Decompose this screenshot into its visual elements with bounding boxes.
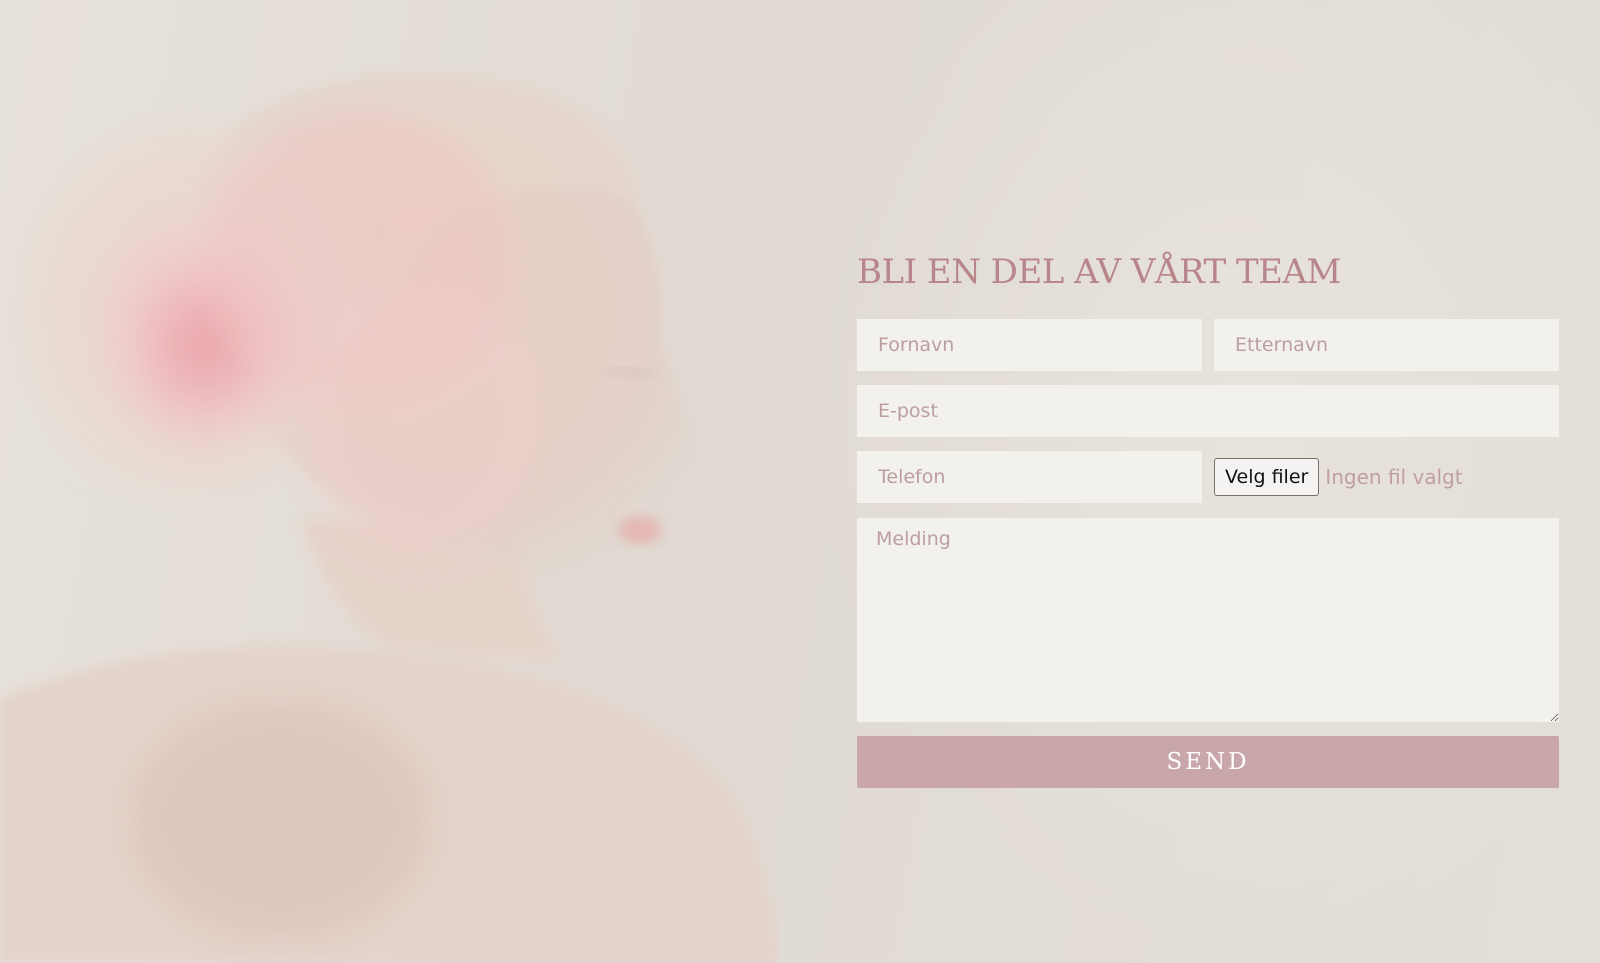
choose-files-button[interactable]: Velg filer bbox=[1214, 458, 1320, 496]
form-title: BLI EN DEL AV VÅRT TEAM bbox=[857, 252, 1341, 292]
phone-input[interactable] bbox=[857, 451, 1202, 503]
email-input[interactable] bbox=[857, 385, 1559, 437]
hero-portrait-image bbox=[0, 74, 780, 963]
join-team-form: BLI EN DEL AV VÅRT TEAM Velg filer Ingen… bbox=[857, 248, 1559, 788]
first-name-input[interactable] bbox=[857, 319, 1202, 371]
phone-file-row: Velg filer Ingen fil valgt bbox=[857, 451, 1559, 503]
email-row bbox=[857, 385, 1559, 437]
name-row bbox=[857, 319, 1559, 371]
file-status-text: Ingen fil valgt bbox=[1325, 465, 1463, 489]
file-upload: Velg filer Ingen fil valgt bbox=[1214, 451, 1463, 503]
last-name-input[interactable] bbox=[1214, 319, 1559, 371]
message-textarea[interactable] bbox=[857, 518, 1559, 722]
send-button[interactable]: SEND bbox=[857, 736, 1559, 788]
